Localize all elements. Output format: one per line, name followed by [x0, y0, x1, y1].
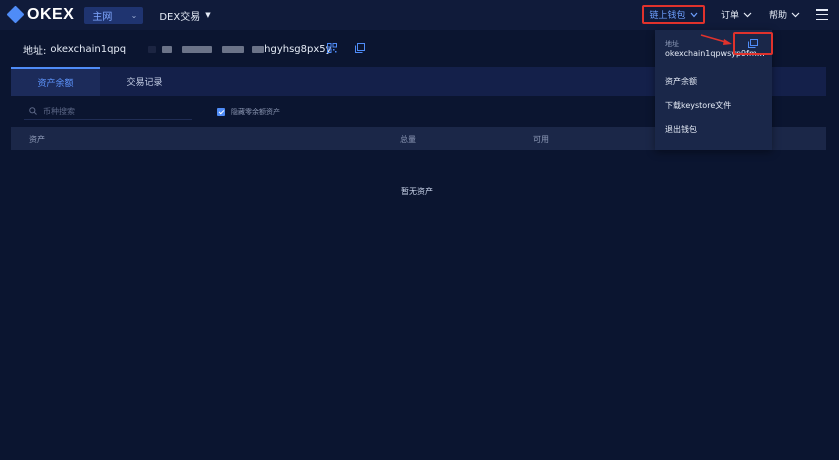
network-label: 主网 [92, 11, 113, 23]
chevron-down-icon: ⌄ [130, 10, 138, 20]
redacted-block [182, 45, 213, 53]
address-row: 地址: okexchain1qpq hgyhsg8px5y [23, 41, 332, 57]
menu-item-asset-balance[interactable]: 资产余额 [665, 76, 697, 87]
coin-search-input[interactable]: 币种搜索 [24, 103, 192, 120]
wallet-button[interactable]: 链上钱包 [642, 5, 705, 24]
address-label: 地址: [23, 45, 47, 57]
hide-zero-balance-toggle[interactable]: 隐藏零余额资产 [217, 107, 280, 117]
okex-logo[interactable]: OKEX [6, 5, 75, 24]
redacted-block [252, 45, 265, 53]
copy-icon [748, 39, 758, 48]
menu-item-exit-wallet[interactable]: 退出钱包 [665, 124, 697, 135]
redacted-block [148, 45, 157, 53]
orders-label: 订单 [721, 11, 740, 21]
chevron-down-icon [743, 12, 752, 17]
address-end: hgyhsg8px5y [264, 43, 332, 55]
hide-zero-checkbox[interactable] [217, 108, 225, 116]
help-menu[interactable]: 帮助 [769, 8, 800, 21]
orders-menu[interactable]: 订单 [721, 8, 752, 21]
dropdown-address-label: 地址 [665, 40, 679, 48]
network-select[interactable]: 主网 ⌄ [84, 6, 144, 24]
caret-down-icon: ▼ [205, 11, 211, 19]
menu-item-download-keystore[interactable]: 下载keystore文件 [665, 100, 731, 111]
hide-zero-label: 隐藏零余额资产 [231, 108, 280, 116]
help-label: 帮助 [769, 11, 788, 21]
empty-state-text: 暂无资产 [401, 187, 433, 196]
dex-trade-menu[interactable]: DEX交易 ▼ [159, 8, 210, 23]
copy-icon[interactable] [355, 43, 365, 53]
column-available: 可用 [533, 135, 549, 144]
redacted-block [162, 45, 173, 53]
column-total: 总量 [400, 135, 416, 144]
tab-asset-balance[interactable]: 资产余额 [11, 67, 100, 96]
top-nav: OKEX 主网 ⌄ DEX交易 ▼ [0, 0, 839, 30]
dex-trade-label: DEX交易 [159, 11, 201, 23]
menu-icon[interactable] [816, 9, 828, 20]
logo-text: OKEX [27, 6, 75, 23]
annotation-arrow-icon [700, 34, 732, 45]
column-asset: 资产 [29, 135, 45, 144]
wallet-button-label: 链上钱包 [649, 11, 686, 21]
address-start: okexchain1qpq [50, 43, 127, 55]
chevron-down-icon [791, 12, 800, 17]
copy-address-button[interactable] [733, 32, 773, 55]
search-placeholder: 币种搜索 [43, 106, 75, 116]
okex-logo-icon [6, 5, 25, 24]
chevron-down-icon [690, 12, 697, 17]
search-icon [29, 107, 37, 115]
qr-code-icon[interactable] [327, 43, 337, 53]
redacted-block [222, 45, 245, 53]
tab-transaction-history[interactable]: 交易记录 [100, 67, 189, 96]
